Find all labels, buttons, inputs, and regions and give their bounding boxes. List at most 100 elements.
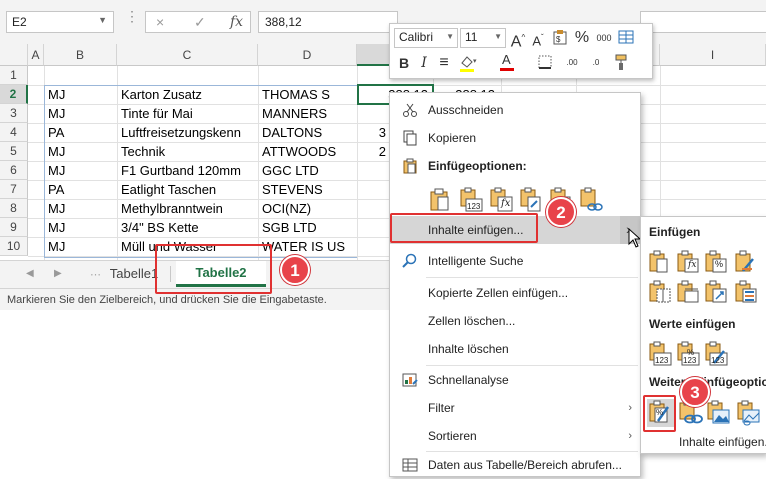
table-cell[interactable]: Methylbranntwein — [117, 199, 258, 218]
decrease-decimal-icon[interactable]: .0 — [586, 53, 606, 73]
table-cell[interactable]: Tinte für Mai — [117, 104, 258, 123]
submenu-paste-special-link[interactable]: Inhalte einfügen... — [679, 435, 766, 449]
font-size-select[interactable]: 11 ▼ — [460, 28, 506, 48]
align-center-icon[interactable]: ≡ — [434, 53, 454, 73]
paste-formatting-only-icon[interactable] — [733, 279, 759, 305]
row-header-2[interactable]: 2 — [0, 85, 28, 104]
paste-icon[interactable] — [428, 187, 454, 213]
table-cell[interactable]: 2 — [357, 142, 389, 161]
menu-item-clear-contents[interactable]: Inhalte löschen — [390, 335, 640, 363]
drag-handle-icon[interactable]: ⋮ — [125, 9, 139, 30]
table-cell[interactable]: MJ — [44, 237, 117, 256]
menu-item-insert-copied-cells[interactable]: Kopierte Zellen einfügen... — [390, 279, 640, 307]
table-cell[interactable]: SGB LTD — [258, 218, 357, 237]
menu-item-cut[interactable]: Ausschneiden — [390, 96, 640, 124]
row-header-4[interactable]: 4 — [0, 123, 28, 142]
paste-keep-source-formatting-icon[interactable] — [733, 249, 759, 275]
table-cell[interactable]: MJ — [44, 104, 117, 123]
paste-transpose-icon[interactable] — [518, 187, 544, 213]
menu-item-sort[interactable]: Sortieren › — [390, 422, 640, 450]
cancel-icon[interactable]: × — [156, 14, 164, 30]
menu-item-smart-lookup[interactable]: Intelligente Suche — [390, 247, 640, 275]
table-cell[interactable]: Eatlight Taschen — [117, 180, 258, 199]
table-cell[interactable]: DALTONS — [258, 123, 357, 142]
table-cell[interactable]: GGC LTD — [258, 161, 357, 180]
menu-item-delete-cells[interactable]: Zellen löschen... — [390, 307, 640, 335]
number-format-icon[interactable]: $ — [550, 28, 570, 48]
thousands-separator-icon[interactable]: 000 — [594, 28, 614, 48]
fill-color-icon[interactable]: ▾ — [458, 53, 478, 73]
name-box[interactable]: E2 ▼ — [6, 11, 114, 33]
row-header-5[interactable]: 5 — [0, 142, 28, 161]
column-header-i[interactable]: I — [660, 44, 766, 66]
row-header-9[interactable]: 9 — [0, 218, 28, 237]
menu-item-quick-analysis[interactable]: Schnellanalyse — [390, 366, 640, 394]
formula-input[interactable]: 388,12 — [258, 11, 398, 33]
increase-decimal-icon[interactable]: .00 — [562, 53, 582, 73]
row-header-6[interactable]: 6 — [0, 161, 28, 180]
menu-item-filter[interactable]: Filter › — [390, 394, 640, 422]
format-painter-icon[interactable] — [612, 53, 632, 73]
row-header-1[interactable]: 1 — [0, 66, 28, 85]
menu-item-copy[interactable]: Kopieren — [390, 124, 640, 152]
borders-icon[interactable] — [535, 53, 555, 73]
paste-keep-column-widths-icon[interactable] — [675, 279, 701, 305]
increase-font-icon[interactable]: A^ — [508, 28, 528, 50]
enter-icon[interactable]: ✓ — [194, 14, 206, 31]
table-cell[interactable]: PA — [44, 123, 117, 142]
tab-scroll-right-icon[interactable]: ▶ — [54, 268, 62, 279]
table-cell[interactable]: Karton Zusatz — [117, 85, 258, 104]
sheet-tab-tabelle2[interactable]: Tabelle2 — [176, 261, 266, 287]
paste-formulas-number-format-icon[interactable]: % — [703, 249, 729, 275]
paste-values-source-formatting-icon[interactable]: 123 — [703, 341, 729, 367]
row-header-8[interactable]: 8 — [0, 199, 28, 218]
table-cell[interactable]: MJ — [44, 199, 117, 218]
column-header-d[interactable]: D — [258, 44, 357, 66]
column-header-b[interactable]: B — [44, 44, 117, 66]
paste-values-icon[interactable]: 123 — [458, 187, 484, 213]
paste-icon[interactable] — [647, 249, 673, 275]
paste-linked-picture-icon[interactable] — [735, 400, 761, 426]
table-cell[interactable]: PA — [44, 180, 117, 199]
font-color-icon[interactable]: A — [498, 52, 518, 73]
row-header-7[interactable]: 7 — [0, 180, 28, 199]
paste-picture-icon[interactable] — [705, 400, 731, 426]
table-cell[interactable]: Müll und Wasser — [117, 237, 258, 256]
format-table-icon[interactable] — [616, 28, 636, 48]
formula-input-extension[interactable] — [640, 11, 766, 33]
table-cell[interactable]: STEVENS — [258, 180, 357, 199]
table-cell[interactable]: ATTWOODS — [258, 142, 357, 161]
table-cell[interactable]: Technik — [117, 142, 258, 161]
italic-icon[interactable]: I — [414, 53, 434, 73]
paste-formatting-button[interactable]: % — [647, 399, 675, 427]
paste-formulas-icon[interactable]: fx — [488, 187, 514, 213]
paste-values-number-format-icon[interactable]: % 123 — [675, 341, 701, 367]
chevron-down-icon[interactable]: ▼ — [98, 15, 107, 25]
column-header-a[interactable]: A — [28, 44, 44, 66]
paste-link-icon[interactable] — [578, 187, 604, 213]
table-cell[interactable]: THOMAS S — [258, 85, 357, 104]
bold-icon[interactable]: B — [394, 53, 414, 73]
table-cell[interactable]: Luftfreisetzungskenn — [117, 123, 258, 142]
table-cell[interactable]: OCI(NZ) — [258, 199, 357, 218]
table-cell[interactable]: WATER IS US — [258, 237, 357, 256]
insert-function-icon[interactable]: fx — [230, 14, 243, 30]
menu-item-get-data[interactable]: Daten aus Tabelle/Bereich abrufen... — [390, 451, 640, 479]
row-header-3[interactable]: 3 — [0, 104, 28, 123]
table-cell[interactable]: F1 Gurtband 120mm — [117, 161, 258, 180]
table-cell[interactable]: MJ — [44, 142, 117, 161]
percent-style-icon[interactable]: % — [572, 28, 592, 48]
sheet-tab-tabelle1[interactable]: Tabelle1 — [100, 263, 168, 285]
paste-no-borders-icon[interactable] — [647, 279, 673, 305]
font-name-select[interactable]: Calibri ▼ — [394, 28, 458, 48]
table-cell[interactable]: 3/4" BS Kette — [117, 218, 258, 237]
decrease-font-icon[interactable]: Aˇ — [528, 28, 548, 48]
column-header-c[interactable]: C — [117, 44, 258, 66]
row-header-10[interactable]: 10 — [0, 237, 28, 256]
menu-item-paste-special[interactable]: Inhalte einfügen... — [390, 216, 640, 244]
table-cell[interactable]: MJ — [44, 218, 117, 237]
table-cell[interactable]: MJ — [44, 161, 117, 180]
paste-formulas-icon[interactable]: fx — [675, 249, 701, 275]
table-cell[interactable]: MJ — [44, 85, 117, 104]
paste-transpose-icon[interactable] — [703, 279, 729, 305]
